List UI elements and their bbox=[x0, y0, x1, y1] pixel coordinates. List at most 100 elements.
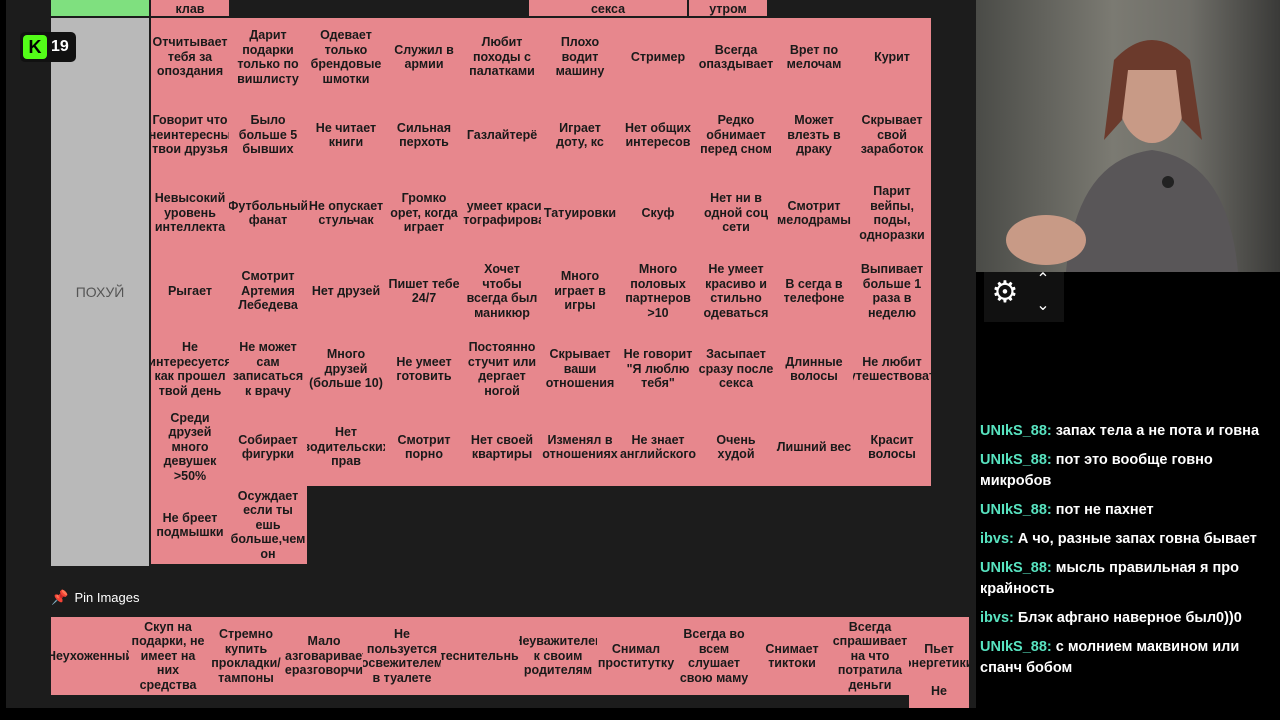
pin-image-item[interactable]: Неуважителен к своим родителям bbox=[519, 617, 597, 695]
tier-item[interactable]: Хочет чтобы всегда был маникюр bbox=[463, 252, 541, 330]
tier-item[interactable]: Нет общих интересов bbox=[619, 96, 697, 174]
chat-username[interactable]: UNIkS_88: bbox=[980, 560, 1052, 576]
tier-label: ПОХУЙ bbox=[51, 18, 149, 566]
tier-item[interactable]: Редко обнимает перед сном bbox=[697, 96, 775, 174]
chat-message: UNIkS_88: пот это вообще говно микробов bbox=[980, 450, 1276, 492]
chat-username[interactable]: UNIkS_88: bbox=[980, 423, 1052, 439]
chevron-down-icon[interactable]: ⌄ bbox=[1033, 298, 1053, 314]
pin-image-item[interactable]: Снимает тиктоки bbox=[753, 617, 831, 695]
tier-item[interactable]: Не говорит "Я люблю тебя" bbox=[619, 330, 697, 408]
tier-item[interactable]: Не знает английского bbox=[619, 408, 697, 486]
tier-item[interactable]: Не интересуется как прошел твой день bbox=[151, 330, 229, 408]
tier-item[interactable]: В сегда в телефоне bbox=[775, 252, 853, 330]
chat-username[interactable]: ibvs: bbox=[980, 531, 1014, 547]
tier-item[interactable]: Сильная перхоть bbox=[385, 96, 463, 174]
tier-item[interactable]: Нет своей квартиры bbox=[463, 408, 541, 486]
chat-username[interactable]: UNIkS_88: bbox=[980, 502, 1052, 518]
pin-icon: 📌 bbox=[51, 588, 69, 605]
gear-icon[interactable]: ⚙ bbox=[988, 276, 1022, 310]
tier-item[interactable]: Много играет в игры bbox=[541, 252, 619, 330]
pin-image-item[interactable]: Снимал проститутку bbox=[597, 617, 675, 695]
chevron-up-icon[interactable]: ⌃ bbox=[1033, 272, 1053, 288]
tier-item[interactable]: Много половых партнеров >10 bbox=[619, 252, 697, 330]
tier-item-partial[interactable]: утром bbox=[689, 0, 767, 16]
tier-item[interactable]: Смотрит мелодрамы bbox=[775, 174, 853, 252]
kick-logo-icon: K bbox=[23, 35, 47, 59]
tier-item[interactable]: Нет друзей bbox=[307, 252, 385, 330]
tier-item[interactable]: Было больше 5 бывших bbox=[229, 96, 307, 174]
tier-item[interactable]: Засыпает сразу после секса bbox=[697, 330, 775, 408]
viewer-badge: K 19 bbox=[20, 32, 76, 62]
chat-message: UNIkS_88: запах тела а не пота и говна bbox=[980, 421, 1276, 442]
tier-item[interactable]: Не опускает стульчак bbox=[307, 174, 385, 252]
tier-item[interactable]: Рыгает bbox=[151, 252, 229, 330]
chat-username[interactable]: ibvs: bbox=[980, 610, 1014, 626]
tier-item[interactable]: Нет ни в одной соц сети bbox=[697, 174, 775, 252]
tier-item[interactable]: Осуждает если ты ешь больше,чем он bbox=[229, 486, 307, 564]
tier-item[interactable]: Одевает только брендовые шмотки bbox=[307, 18, 385, 96]
tier-item[interactable]: Невысокий уровень интеллекта bbox=[151, 174, 229, 252]
tier-item[interactable]: Смотрит порно bbox=[385, 408, 463, 486]
tier-item[interactable]: Пишет тебе 24/7 bbox=[385, 252, 463, 330]
chat-username[interactable]: UNIkS_88: bbox=[980, 639, 1052, 655]
pin-image-item[interactable]: Стеснительный bbox=[441, 617, 519, 695]
chat-username[interactable]: UNIkS_88: bbox=[980, 452, 1052, 468]
tier-item[interactable]: Курит bbox=[853, 18, 931, 96]
tier-item[interactable]: Отчитывает тебя за опоздания bbox=[151, 18, 229, 96]
tier-item[interactable]: Скрывает ваши отношения bbox=[541, 330, 619, 408]
tier-item[interactable]: Не умеет красиво и стильно одеваться bbox=[697, 252, 775, 330]
tier-item[interactable]: Газлайтерё bbox=[463, 96, 541, 174]
tier-item[interactable]: Очень худой bbox=[697, 408, 775, 486]
tier-item[interactable]: Смотрит Артемия Лебедева bbox=[229, 252, 307, 330]
tier-item[interactable]: Постоянно стучит или дергает ногой bbox=[463, 330, 541, 408]
tier-item[interactable]: Футбольный фанат bbox=[229, 174, 307, 252]
tier-item-partial[interactable]: секса bbox=[529, 0, 687, 16]
tier-item[interactable]: Много друзей (больше 10) bbox=[307, 330, 385, 408]
tier-item[interactable]: Говорит что неинтересны твои друзья bbox=[151, 96, 229, 174]
tier-item[interactable]: Скуф bbox=[619, 174, 697, 252]
tier-item[interactable]: Красит волосы bbox=[853, 408, 931, 486]
chat-text: запах тела а не пота и говна bbox=[1055, 423, 1260, 439]
chat-message: ibvs: Блэк афгано наверное был0))0 bbox=[980, 608, 1276, 629]
tier-item[interactable]: Любит походы с палатками bbox=[463, 18, 541, 96]
tier-item[interactable]: Нет водительских прав bbox=[307, 408, 385, 486]
tier-item[interactable]: Всегда опаздывает bbox=[697, 18, 775, 96]
chat-message: UNIkS_88: мысль правильная я про крайнос… bbox=[980, 558, 1276, 600]
pin-image-item[interactable]: Не пользуется освежителем в туалете bbox=[363, 617, 441, 695]
tier-item[interactable]: Парит вейпы, поды, одноразки bbox=[853, 174, 931, 252]
tier-item[interactable]: Длинные волосы bbox=[775, 330, 853, 408]
pin-image-item[interactable]: Всегда во всем слушает свою маму bbox=[675, 617, 753, 695]
tier-item[interactable]: Собирает фигурки bbox=[229, 408, 307, 486]
tier-item[interactable]: Изменял в отношениях bbox=[541, 408, 619, 486]
pin-image-item[interactable]: Стремно купить прокладки/тампоны bbox=[207, 617, 285, 695]
tier-item[interactable]: Не умеет красиво фотографировать bbox=[463, 174, 541, 252]
pin-image-item[interactable]: Скуп на подарки, не имеет на них средств… bbox=[129, 617, 207, 695]
tier-item[interactable]: Среди друзей много девушек >50% bbox=[151, 408, 229, 486]
tier-item[interactable]: Выпивает больше 1 раза в неделю bbox=[853, 252, 931, 330]
pin-image-item[interactable]: Мало разговаривает, неразговорчив bbox=[285, 617, 363, 695]
tier-item[interactable]: Не бреет подмышки bbox=[151, 486, 229, 564]
tier-item[interactable]: Не может сам записаться к врачу bbox=[229, 330, 307, 408]
tier-item[interactable]: Стример bbox=[619, 18, 697, 96]
tier-item[interactable]: Врет по мелочам bbox=[775, 18, 853, 96]
pin-image-item-partial[interactable]: Не bbox=[909, 684, 969, 708]
tier-item-partial[interactable]: клав bbox=[151, 0, 229, 16]
tier-item[interactable]: Дарит подарки только по вишлисту bbox=[229, 18, 307, 96]
tier-item[interactable]: Татуировки bbox=[541, 174, 619, 252]
tier-item[interactable]: Играет доту, кс bbox=[541, 96, 619, 174]
pin-image-item[interactable]: Всегда спрашивает на что потратила деньг… bbox=[831, 617, 909, 695]
tier-item[interactable]: Плохо водит машину bbox=[541, 18, 619, 96]
tier-item[interactable]: Громко орет, когда играет bbox=[385, 174, 463, 252]
tier-item[interactable]: Служил в армии bbox=[385, 18, 463, 96]
chat-message: UNIkS_88: пот не пахнет bbox=[980, 500, 1276, 521]
tier-item[interactable]: Не любит путешествовать bbox=[853, 330, 931, 408]
pin-image-item[interactable]: Неухоженный bbox=[51, 617, 129, 695]
tier-item[interactable]: Не умеет готовить bbox=[385, 330, 463, 408]
viewer-count: 19 bbox=[51, 38, 69, 55]
screen: клав секса утром ПОХУЙ Отчитывает тебя за … bbox=[0, 0, 1280, 720]
tier-item[interactable]: Скрывает свой заработок bbox=[853, 96, 931, 174]
tier-item[interactable]: Не читает книги bbox=[307, 96, 385, 174]
tier-item[interactable]: Лишний вес bbox=[775, 408, 853, 486]
tier-label-top bbox=[51, 0, 149, 16]
tier-item[interactable]: Может влезть в драку bbox=[775, 96, 853, 174]
